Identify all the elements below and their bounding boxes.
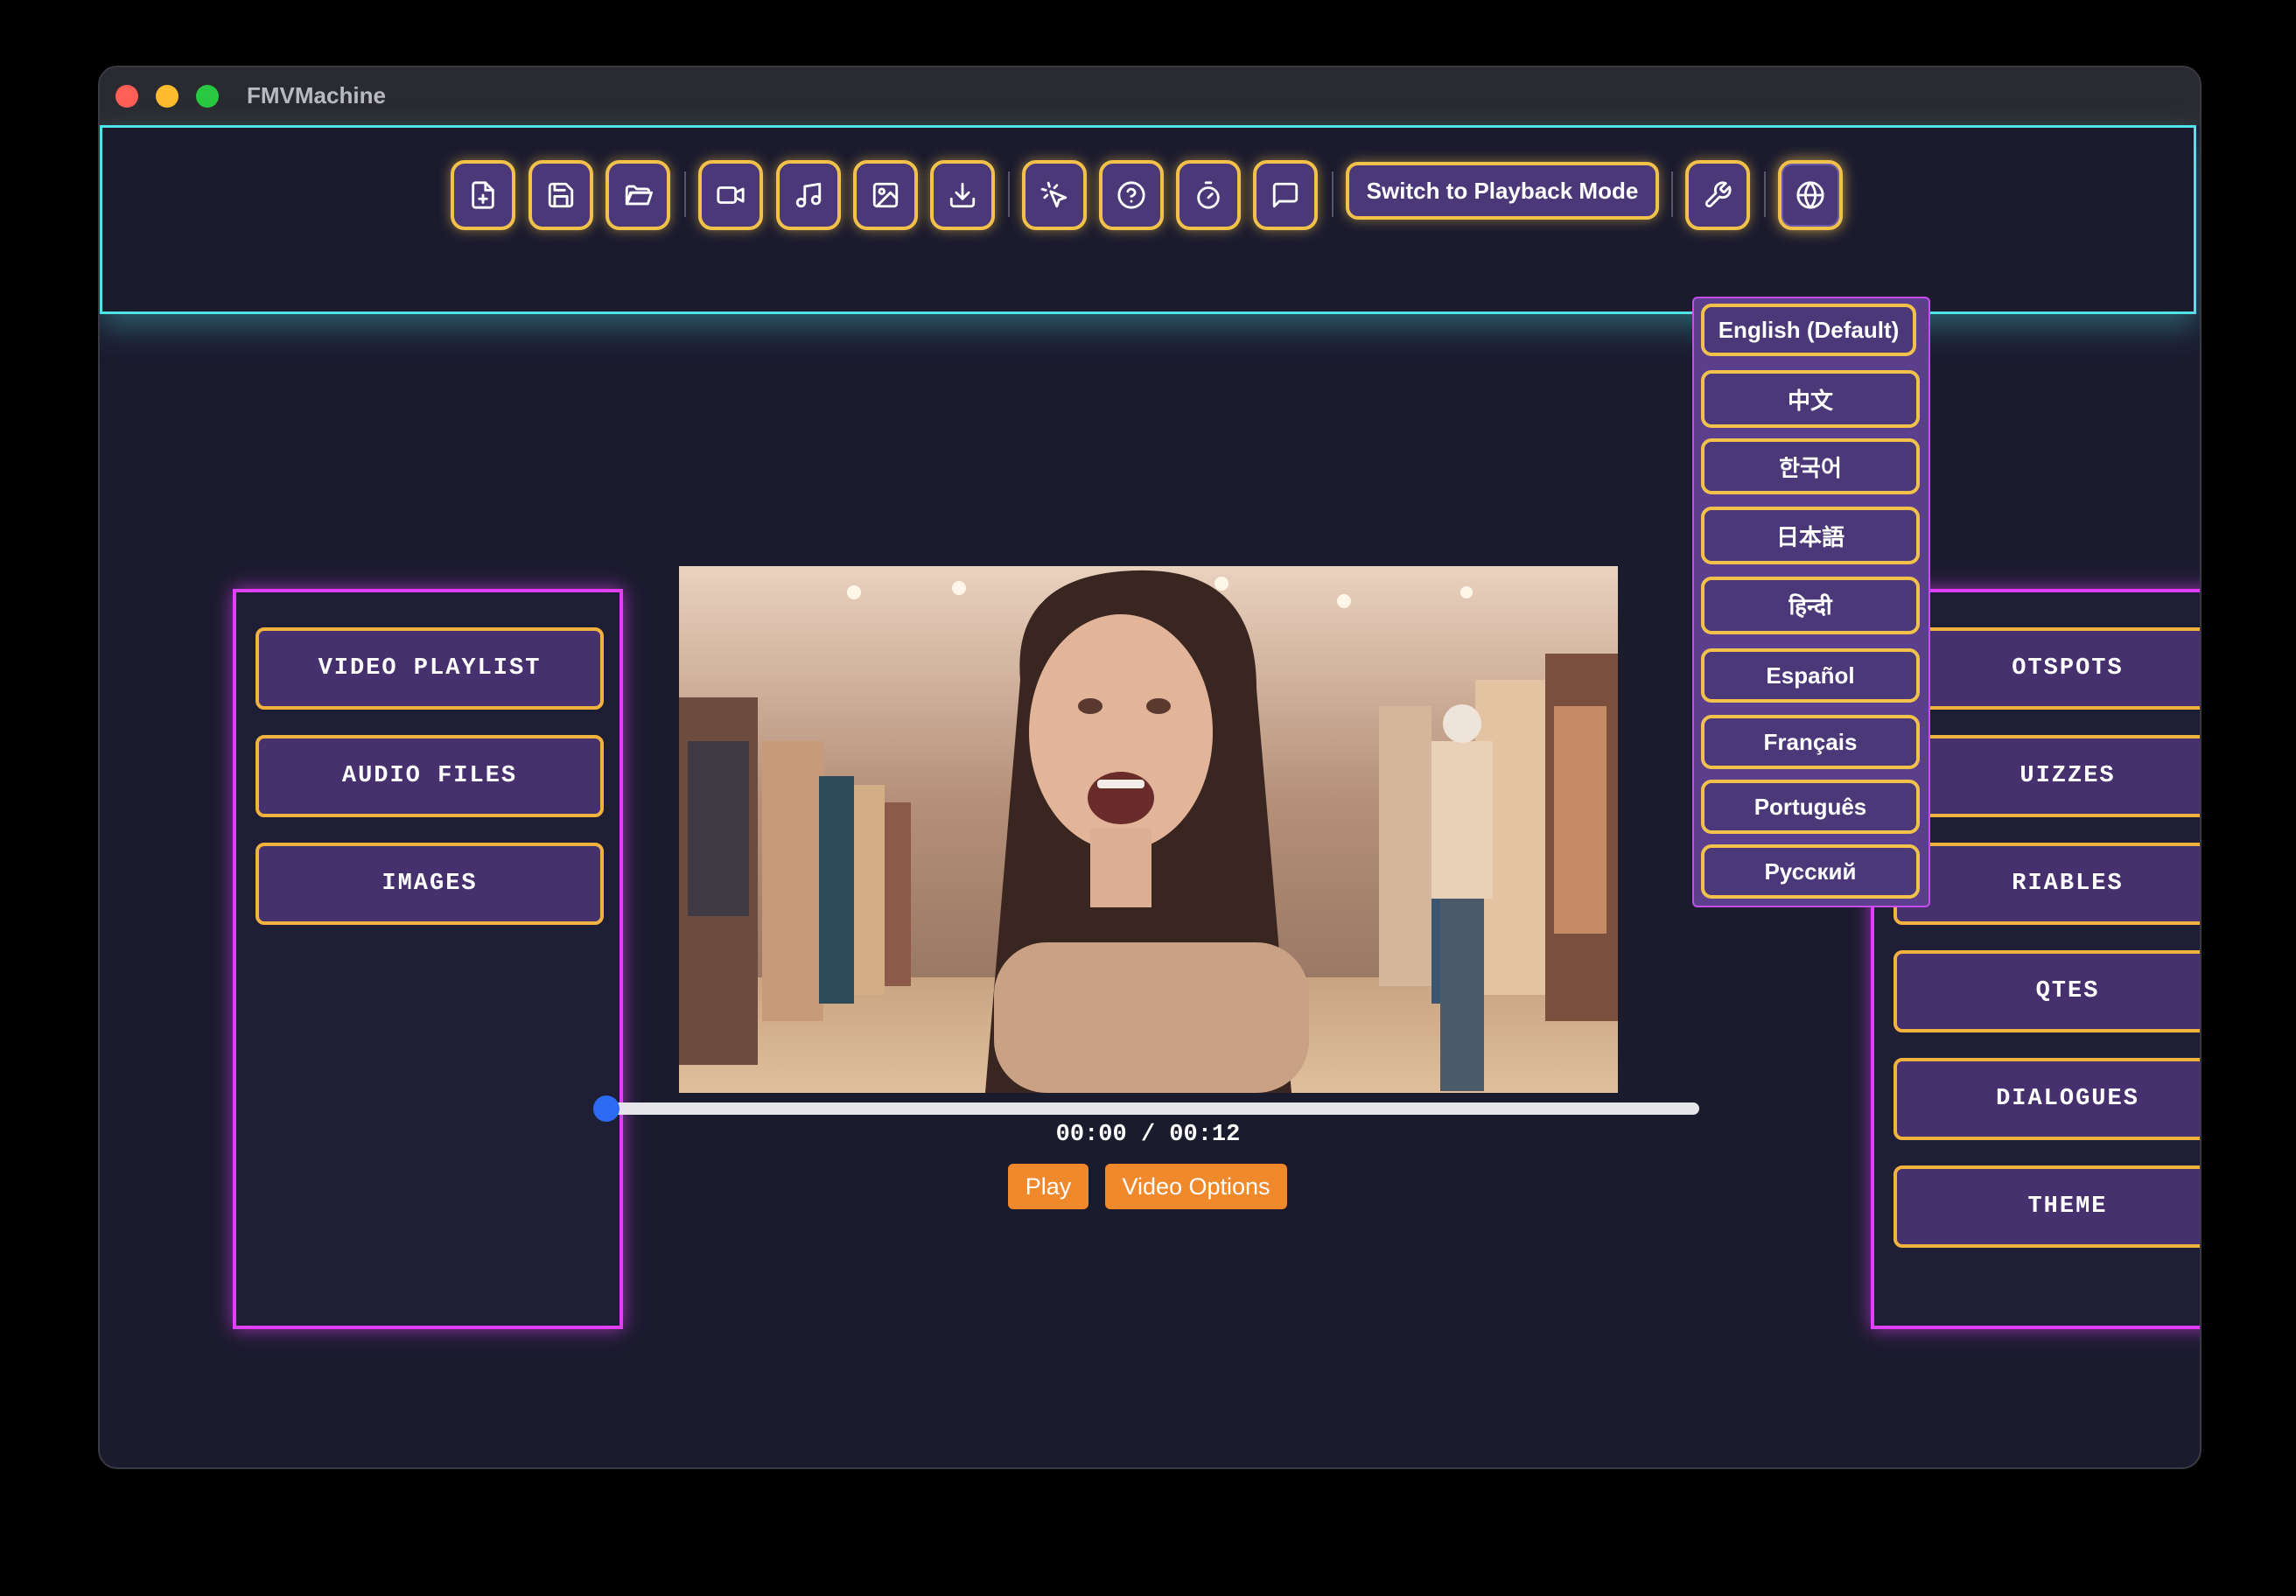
new-project-button[interactable]	[451, 160, 515, 230]
language-option-french[interactable]: Français	[1701, 715, 1920, 769]
add-audio-button[interactable]	[776, 160, 841, 230]
quizzes-button[interactable]: UIZZES	[1894, 735, 2200, 817]
save-icon	[548, 182, 574, 208]
toolbar-divider	[1671, 172, 1673, 217]
play-button[interactable]: Play	[1008, 1164, 1088, 1209]
toolbar-divider	[1764, 172, 1766, 217]
language-option-japanese[interactable]: 日本語	[1701, 507, 1920, 564]
minimize-window-button[interactable]	[156, 85, 178, 108]
language-button[interactable]	[1778, 160, 1843, 230]
toolbar-divider	[1008, 172, 1010, 217]
wrench-icon	[1704, 181, 1732, 208]
dialogues-button[interactable]: DIALOGUES	[1894, 1058, 2200, 1140]
maximize-window-button[interactable]	[196, 85, 219, 108]
add-video-button[interactable]	[698, 160, 763, 230]
timer-icon	[1197, 181, 1220, 209]
language-dropdown: English (Default) 中文 한국어 日本語 हिन्दी Espa…	[1692, 297, 1930, 907]
image-icon	[872, 182, 899, 208]
add-qte-button[interactable]	[1176, 160, 1241, 230]
music-icon	[795, 182, 822, 208]
help-icon	[1117, 181, 1145, 209]
language-option-spanish[interactable]: Español	[1701, 648, 1920, 703]
video-preview[interactable]	[679, 566, 1618, 1093]
language-option-korean[interactable]: 한국어	[1701, 438, 1920, 494]
audio-files-button[interactable]: AUDIO FILES	[256, 735, 604, 817]
title-bar: FMVMachine	[100, 67, 2200, 125]
language-option-chinese[interactable]: 中文	[1701, 370, 1920, 428]
theme-button[interactable]: THEME	[1894, 1166, 2200, 1248]
video-options-button[interactable]: Video Options	[1105, 1164, 1287, 1209]
timecode-display: 00:00 / 00:12	[1055, 1122, 1241, 1148]
video-icon	[717, 186, 745, 204]
language-option-portuguese[interactable]: Português	[1701, 780, 1920, 834]
window-title: FMVMachine	[247, 82, 386, 108]
variables-button[interactable]: RIABLES	[1894, 843, 2200, 925]
export-button[interactable]	[930, 160, 995, 230]
close-window-button[interactable]	[116, 85, 138, 108]
add-quiz-button[interactable]	[1099, 160, 1164, 230]
add-hotspot-button[interactable]	[1022, 160, 1087, 230]
timeline-track[interactable]	[604, 1102, 1699, 1115]
pointer-icon	[1040, 181, 1068, 208]
video-frame-image	[679, 566, 1618, 1093]
download-icon	[949, 182, 976, 208]
hotspots-button[interactable]: OTSPOTS	[1894, 627, 2200, 710]
open-folder-icon	[625, 185, 653, 206]
chat-icon	[1272, 182, 1298, 208]
save-project-button[interactable]	[528, 160, 593, 230]
toolbar-divider	[684, 172, 686, 217]
add-dialogue-button[interactable]	[1253, 160, 1318, 230]
language-option-english[interactable]: English (Default)	[1701, 304, 1916, 356]
toolbar-divider	[1332, 172, 1334, 217]
video-playlist-button[interactable]: VIDEO PLAYLIST	[256, 627, 604, 710]
new-file-icon	[472, 181, 494, 209]
images-button[interactable]: IMAGES	[256, 843, 604, 925]
language-option-hindi[interactable]: हिन्दी	[1701, 577, 1920, 634]
qtes-button[interactable]: QTES	[1894, 950, 2200, 1032]
open-project-button[interactable]	[606, 160, 670, 230]
switch-to-playback-button[interactable]: Switch to Playback Mode	[1346, 162, 1659, 220]
language-option-russian[interactable]: Русский	[1701, 844, 1920, 899]
globe-icon	[1796, 181, 1824, 209]
add-image-button[interactable]	[853, 160, 918, 230]
settings-button[interactable]	[1685, 160, 1750, 230]
left-asset-panel: VIDEO PLAYLIST AUDIO FILES IMAGES	[233, 589, 623, 1329]
timeline-scrubber[interactable]	[593, 1096, 620, 1122]
